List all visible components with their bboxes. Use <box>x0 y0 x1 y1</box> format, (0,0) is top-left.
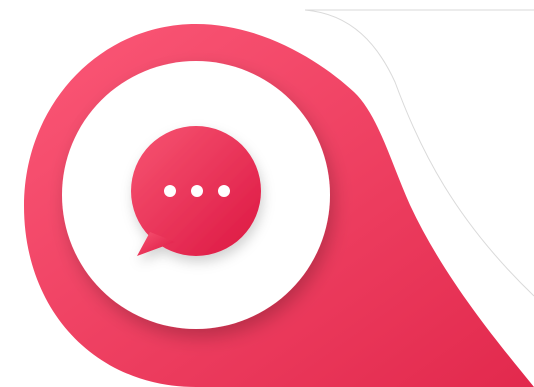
typing-dot-3 <box>218 185 230 197</box>
typing-dot-1 <box>164 185 176 197</box>
chat-teardrop-svg <box>24 9 534 387</box>
chat-teardrop-graphic <box>0 0 534 387</box>
typing-dot-2 <box>191 185 203 197</box>
